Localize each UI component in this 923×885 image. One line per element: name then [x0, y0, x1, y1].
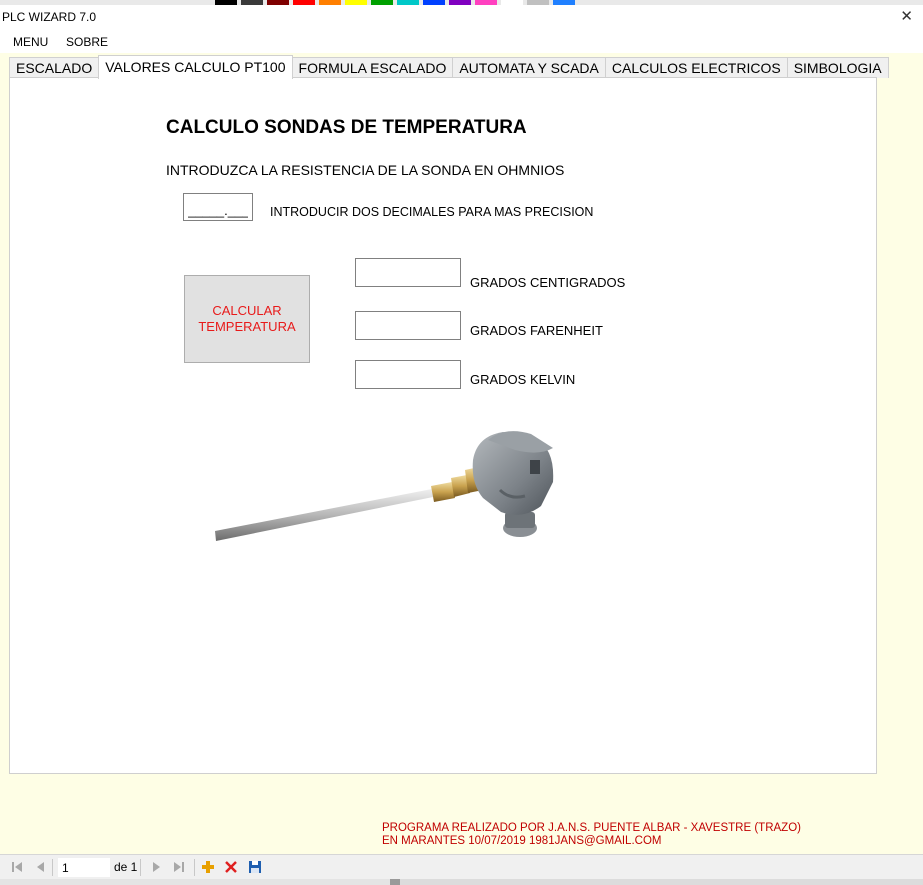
tab-escalado[interactable]: ESCALADO: [9, 57, 100, 78]
move-previous-icon[interactable]: [34, 860, 48, 874]
move-last-icon[interactable]: [172, 860, 186, 874]
move-first-icon[interactable]: [10, 860, 24, 874]
celsius-output-field[interactable]: [355, 258, 461, 287]
tab-valores-calculo-pt100[interactable]: VALORES CALCULO PT100: [98, 55, 293, 79]
menu-item-sobre[interactable]: SOBRE: [66, 35, 108, 49]
add-new-icon[interactable]: [201, 860, 215, 874]
fahrenheit-output-field[interactable]: [355, 311, 461, 340]
save-icon[interactable]: [248, 860, 262, 874]
credits-line-2: EN MARANTES 10/07/2019 1981JANS@GMAIL.CO…: [382, 835, 662, 847]
close-button[interactable]: ✕: [900, 7, 913, 25]
tab-simbologia[interactable]: SIMBOLOGIA: [786, 57, 889, 78]
precision-hint: INTRODUCIR DOS DECIMALES PARA MAS PRECIS…: [270, 205, 594, 219]
kelvin-output-field[interactable]: [355, 360, 461, 389]
credits: PROGRAMA REALIZADO POR J.A.N.S. PUENTE A…: [382, 822, 801, 848]
taskbar-remnant: [0, 879, 923, 885]
delete-icon[interactable]: [224, 860, 238, 874]
resistance-instruction: INTRODUZCA LA RESISTENCIA DE LA SONDA EN…: [166, 162, 565, 178]
page-count-label: de 1: [114, 860, 138, 874]
fahrenheit-label: GRADOS FARENHEIT: [470, 323, 603, 338]
credits-line-1: PROGRAMA REALIZADO POR J.A.N.S. PUENTE A…: [382, 822, 801, 834]
pt100-sensor-image: [205, 420, 565, 555]
title-bar: PLC WIZARD 7.0 ✕: [0, 5, 923, 29]
tab-automata-y-scada[interactable]: AUTOMATA Y SCADA: [452, 57, 606, 78]
window-title: PLC WIZARD 7.0: [2, 10, 97, 24]
toolbar-separator: [140, 859, 141, 876]
menu-bar: MENU SOBRE: [0, 29, 923, 53]
tab-calculos-electricos[interactable]: CALCULOS ELECTRICOS: [604, 57, 788, 78]
tab-formula-escalado[interactable]: FORMULA ESCALADO: [291, 57, 454, 78]
position-input[interactable]: [58, 858, 110, 877]
celsius-label: GRADOS CENTIGRADOS: [470, 275, 626, 290]
menu-item-menu[interactable]: MENU: [13, 35, 48, 49]
toolbar-separator: [194, 859, 195, 876]
binding-navigator: de 1: [0, 854, 923, 880]
kelvin-label: GRADOS KELVIN: [470, 372, 576, 387]
toolbar-separator: [52, 859, 53, 876]
tab-strip: ESCALADO VALORES CALCULO PT100 FORMULA E…: [9, 55, 889, 79]
resistance-input[interactable]: [183, 193, 253, 221]
move-next-icon[interactable]: [149, 860, 163, 874]
page-title: CALCULO SONDAS DE TEMPERATURA: [166, 117, 527, 138]
calculate-temperature-button[interactable]: CALCULAR TEMPERATURA: [184, 275, 310, 363]
